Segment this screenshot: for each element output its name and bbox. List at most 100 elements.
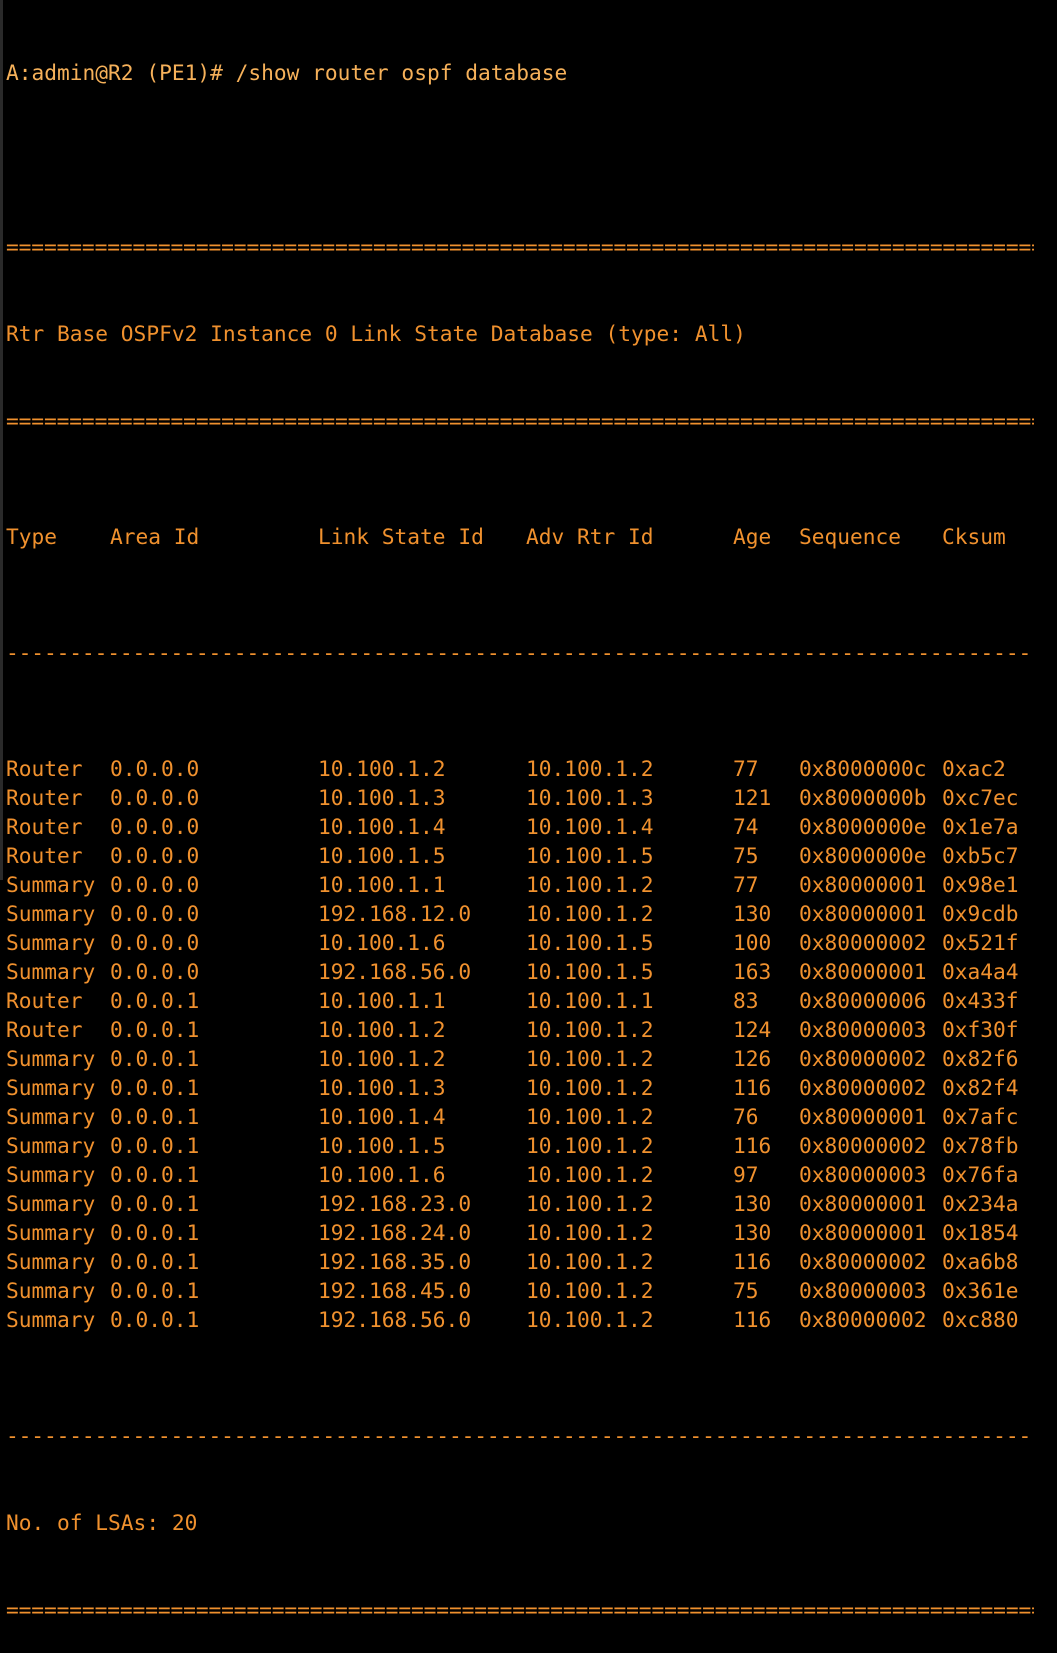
cell-type: Summary [6, 959, 96, 984]
cell-age: 83 [733, 988, 759, 1013]
cell-cksum: 0xb5c7 [942, 843, 1019, 868]
cell-cksum: 0x76fa [942, 1162, 1019, 1187]
cell-age: 163 [733, 959, 772, 984]
cell-adv-rtr-id: 10.100.1.2 [526, 901, 654, 926]
table-header: Type Area Id Link State Id Adv Rtr Id Ag… [6, 522, 1057, 551]
cell-cksum: 0x234a [942, 1191, 1019, 1216]
column-header-sequence: Sequence [799, 524, 902, 549]
cell-link-state-id: 192.168.12.0 [318, 901, 472, 926]
cell-adv-rtr-id: 10.100.1.5 [526, 930, 654, 955]
cell-sequence: 0x80000002 [799, 1046, 927, 1071]
cell-adv-rtr-id: 10.100.1.5 [526, 959, 654, 984]
cell-type: Summary [6, 1075, 96, 1100]
cell-area-id: 0.0.0.0 [110, 756, 200, 781]
cell-sequence: 0x80000002 [799, 1075, 927, 1100]
cell-adv-rtr-id: 10.100.1.2 [526, 1191, 654, 1216]
cell-age: 130 [733, 901, 772, 926]
cell-sequence: 0x8000000e [799, 814, 927, 839]
column-header-area-id: Area Id [110, 524, 200, 549]
table-row: Router 0.0.0.0 10.100.1.5 10.100.1.5 75 0x800… [6, 841, 1057, 870]
table-row: Summary 0.0.0.1 192.168.23.0 10.100.1.2 130 0… [6, 1189, 1057, 1218]
cell-type: Summary [6, 1133, 96, 1158]
table-row: Router 0.0.0.0 10.100.1.2 10.100.1.2 77 0x800… [6, 754, 1057, 783]
cell-age: 76 [733, 1104, 759, 1129]
cell-cksum: 0x361e [942, 1278, 1019, 1303]
table-row: Summary 0.0.0.1 10.100.1.6 10.100.1.2 97 0x80… [6, 1160, 1057, 1189]
column-header-link-state-id: Link State Id [318, 524, 484, 549]
cell-link-state-id: 192.168.24.0 [318, 1220, 472, 1245]
cell-sequence: 0x80000002 [799, 930, 927, 955]
cell-cksum: 0x1e7a [942, 814, 1019, 839]
table-row: Summary 0.0.0.1 10.100.1.2 10.100.1.2 126 0x8… [6, 1044, 1057, 1073]
cell-type: Router [6, 988, 83, 1013]
cell-age: 116 [733, 1307, 772, 1332]
single-separator: ----------------------------------------… [6, 1423, 1034, 1448]
cell-adv-rtr-id: 10.100.1.2 [526, 1017, 654, 1042]
lsa-table-body: Router 0.0.0.0 10.100.1.2 10.100.1.2 77 0x800… [6, 754, 1057, 1334]
cell-area-id: 0.0.0.1 [110, 1307, 200, 1332]
cell-cksum: 0x7afc [942, 1104, 1019, 1129]
cell-area-id: 0.0.0.1 [110, 1278, 200, 1303]
table-row: Summary 0.0.0.1 10.100.1.3 10.100.1.2 116 0x8… [6, 1073, 1057, 1102]
cell-link-state-id: 192.168.23.0 [318, 1191, 472, 1216]
table-row: Summary 0.0.0.1 192.168.56.0 10.100.1.2 116 0… [6, 1305, 1057, 1334]
table-row: Summary 0.0.0.0 10.100.1.1 10.100.1.2 77 0x80… [6, 870, 1057, 899]
cell-sequence: 0x80000003 [799, 1278, 927, 1303]
cell-area-id: 0.0.0.1 [110, 1249, 200, 1274]
column-header-cksum: Cksum [942, 524, 1006, 549]
table-row: Summary 0.0.0.0 192.168.56.0 10.100.1.5 163 0… [6, 957, 1057, 986]
cell-area-id: 0.0.0.1 [110, 1046, 200, 1071]
cell-area-id: 0.0.0.1 [110, 988, 200, 1013]
cell-adv-rtr-id: 10.100.1.2 [526, 1133, 654, 1158]
cell-type: Summary [6, 1278, 96, 1303]
cell-type: Summary [6, 1307, 96, 1332]
cell-adv-rtr-id: 10.100.1.2 [526, 1162, 654, 1187]
cell-sequence: 0x8000000e [799, 843, 927, 868]
double-separator: ========================================… [6, 408, 1034, 433]
cell-type: Router [6, 785, 83, 810]
table-row: Router 0.0.0.1 10.100.1.2 10.100.1.2 124 0x80… [6, 1015, 1057, 1044]
cell-link-state-id: 192.168.45.0 [318, 1278, 472, 1303]
cell-link-state-id: 10.100.1.5 [318, 843, 446, 868]
cell-type: Router [6, 756, 83, 781]
cell-type: Summary [6, 872, 96, 897]
table-row: Summary 0.0.0.1 10.100.1.4 10.100.1.2 76 0x80… [6, 1102, 1057, 1131]
cell-area-id: 0.0.0.0 [110, 814, 200, 839]
cell-adv-rtr-id: 10.100.1.5 [526, 843, 654, 868]
cell-adv-rtr-id: 10.100.1.2 [526, 1075, 654, 1100]
database-title: Rtr Base OSPFv2 Instance 0 Link State Da… [6, 321, 746, 346]
cell-adv-rtr-id: 10.100.1.2 [526, 756, 654, 781]
cell-age: 126 [733, 1046, 772, 1071]
cell-link-state-id: 10.100.1.4 [318, 1104, 446, 1129]
cell-area-id: 0.0.0.0 [110, 959, 200, 984]
cell-type: Summary [6, 1162, 96, 1187]
table-row: Summary 0.0.0.0 192.168.12.0 10.100.1.2 130 0… [6, 899, 1057, 928]
cell-adv-rtr-id: 10.100.1.4 [526, 814, 654, 839]
cell-type: Summary [6, 1046, 96, 1071]
cell-age: 130 [733, 1220, 772, 1245]
cell-age: 75 [733, 843, 759, 868]
table-row: Summary 0.0.0.1 192.168.35.0 10.100.1.2 116 0… [6, 1247, 1057, 1276]
cell-link-state-id: 10.100.1.2 [318, 756, 446, 781]
single-separator: ----------------------------------------… [6, 640, 1034, 665]
cell-sequence: 0x80000001 [799, 872, 927, 897]
cell-area-id: 0.0.0.0 [110, 785, 200, 810]
cell-cksum: 0x98e1 [942, 872, 1019, 897]
double-separator: ========================================… [6, 1597, 1034, 1622]
double-separator: ========================================… [6, 234, 1034, 259]
column-header-age: Age [733, 524, 772, 549]
cell-type: Router [6, 1017, 83, 1042]
cell-age: 116 [733, 1133, 772, 1158]
table-row: Router 0.0.0.0 10.100.1.3 10.100.1.3 121 0x80… [6, 783, 1057, 812]
cell-age: 75 [733, 1278, 759, 1303]
cell-age: 116 [733, 1249, 772, 1274]
cell-cksum: 0xc880 [942, 1307, 1019, 1332]
cell-area-id: 0.0.0.0 [110, 930, 200, 955]
cell-cksum: 0x521f [942, 930, 1019, 955]
cell-sequence: 0x80000001 [799, 1220, 927, 1245]
cell-sequence: 0x80000002 [799, 1307, 927, 1332]
cell-sequence: 0x8000000b [799, 785, 927, 810]
cell-link-state-id: 10.100.1.3 [318, 785, 446, 810]
terminal-window[interactable]: A:admin@R2 (PE1)# /show router ospf data… [0, 0, 1057, 1622]
